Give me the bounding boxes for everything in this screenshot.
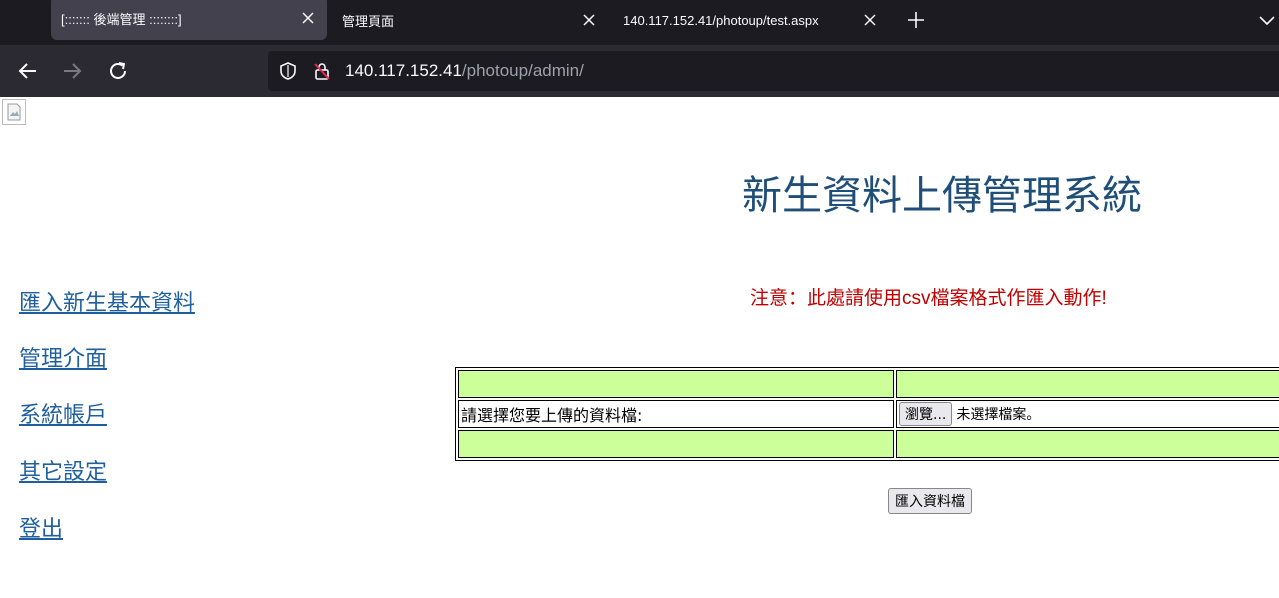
table-cell xyxy=(896,430,1279,458)
nav-link-import-student-data[interactable]: 匯入新生基本資料 xyxy=(19,285,195,317)
tab-backend-admin[interactable]: [::::::: 後端管理 ::::::::] xyxy=(51,0,327,40)
tab-test-aspx[interactable]: 140.117.152.41/photoup/test.aspx xyxy=(613,0,889,40)
close-icon[interactable] xyxy=(301,11,315,25)
import-data-file-button[interactable]: 匯入資料檔 xyxy=(888,488,972,514)
insecure-lock-icon[interactable] xyxy=(312,61,332,81)
page-title: 新生資料上傳管理系統 xyxy=(742,173,1142,218)
url-text: 140.117.152.41/photoup/admin/ xyxy=(345,61,584,81)
table-cell xyxy=(896,370,1279,398)
navigation-toolbar: 140.117.152.41/photoup/admin/ xyxy=(0,45,1279,97)
tab-bar: [::::::: 後端管理 ::::::::] 管理頁面 140.117.152… xyxy=(0,0,1279,45)
close-icon[interactable] xyxy=(863,13,877,27)
upload-prompt-label: 請選擇您要上傳的資料檔: xyxy=(458,400,894,428)
table-row xyxy=(458,430,1279,458)
url-path: /photoup/admin/ xyxy=(461,61,584,80)
back-arrow-icon[interactable] xyxy=(16,59,40,83)
tab-title: 140.117.152.41/photoup/test.aspx xyxy=(623,12,819,28)
nav-link-logout[interactable]: 登出 xyxy=(19,511,63,543)
file-status-text: 未選擇檔案。 xyxy=(956,407,1041,423)
table-row xyxy=(458,370,1279,398)
browse-button[interactable]: 瀏覽... xyxy=(899,402,953,426)
nav-link-other-settings[interactable]: 其它設定 xyxy=(19,454,107,486)
url-host: 140.117.152.41 xyxy=(345,61,462,80)
upload-form-table: 請選擇您要上傳的資料檔: 瀏覽... 未選擇檔案。 xyxy=(455,367,1279,461)
tab-title: [::::::: 後端管理 ::::::::] xyxy=(61,11,182,27)
reload-icon[interactable] xyxy=(106,59,130,83)
address-bar[interactable]: 140.117.152.41/photoup/admin/ xyxy=(268,51,1279,91)
new-tab-plus-icon[interactable] xyxy=(906,10,926,30)
shield-icon[interactable] xyxy=(278,61,298,81)
table-cell xyxy=(458,430,894,458)
table-cell xyxy=(458,370,894,398)
nav-link-management[interactable]: 管理介面 xyxy=(19,341,107,373)
forward-arrow-icon[interactable] xyxy=(60,59,84,83)
nav-link-system-accounts[interactable]: 系統帳戶 xyxy=(19,397,107,429)
table-row: 請選擇您要上傳的資料檔: 瀏覽... 未選擇檔案。 xyxy=(458,400,1279,428)
close-icon[interactable] xyxy=(582,13,596,27)
broken-image-icon xyxy=(2,99,26,125)
csv-notice: 注意：此處請使用csv檔案格式作匯入動作! xyxy=(750,288,1107,309)
tab-management-page[interactable]: 管理頁面 xyxy=(332,0,608,40)
page-content: 新生資料上傳管理系統 匯入新生基本資料 管理介面 系統帳戶 其它設定 登出 注意… xyxy=(0,97,1279,598)
chevron-down-icon[interactable] xyxy=(1258,11,1276,29)
tab-title: 管理頁面 xyxy=(342,13,395,29)
file-input[interactable]: 瀏覽... 未選擇檔案。 xyxy=(896,400,1279,428)
